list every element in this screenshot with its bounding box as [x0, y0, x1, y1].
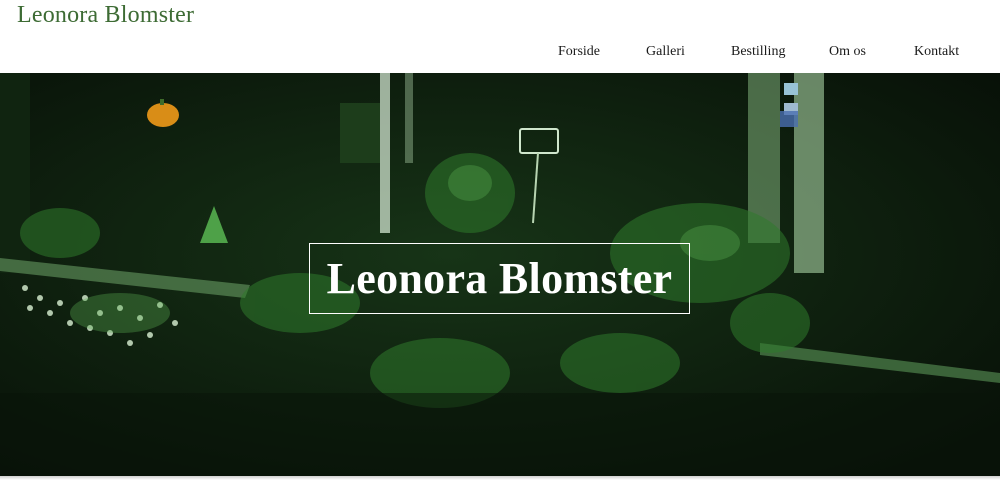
site-logo[interactable]: Leonora Blomster: [17, 2, 194, 29]
nav-item-galleri[interactable]: Galleri: [646, 44, 685, 60]
nav-item-bestilling[interactable]: Bestilling: [731, 44, 785, 60]
nav-item-om-os[interactable]: Om os: [829, 44, 866, 60]
hero-bottom-shadow: [0, 476, 1000, 480]
nav-item-forside[interactable]: Forside: [558, 44, 600, 60]
hero-title-frame: Leonora Blomster: [309, 243, 690, 314]
hero-title: Leonora Blomster: [326, 254, 673, 303]
hero-banner: Leonora Blomster: [0, 73, 1000, 476]
site-header: Leonora Blomster Forside Galleri Bestill…: [0, 0, 1000, 73]
main-nav: Forside Galleri Bestilling Om os Kontakt: [0, 44, 1000, 64]
nav-item-kontakt[interactable]: Kontakt: [914, 44, 959, 60]
